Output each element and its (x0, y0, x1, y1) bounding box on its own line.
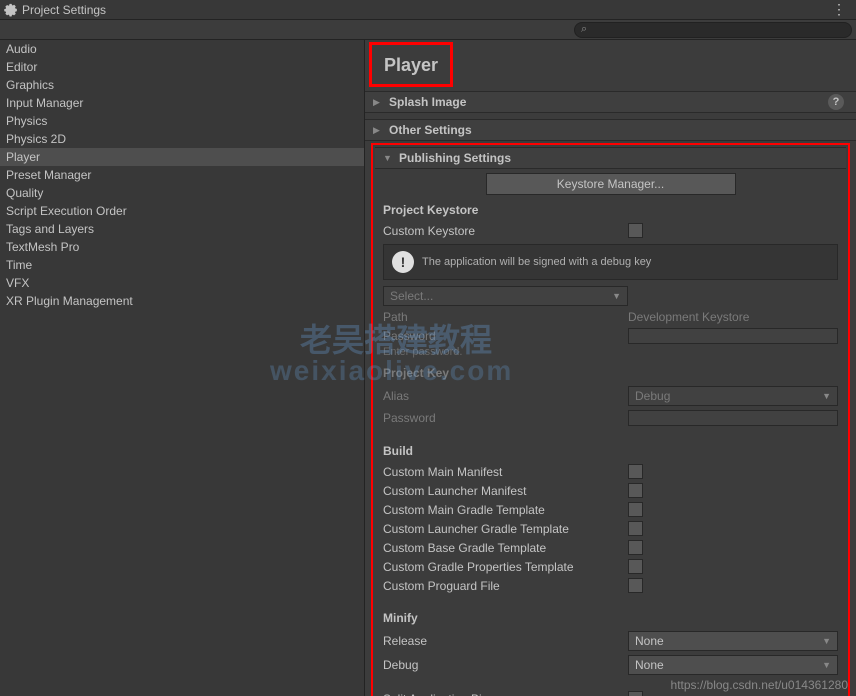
debug-label: Debug (383, 658, 628, 672)
custom-proguard-row: Custom Proguard File (375, 576, 846, 595)
sidebar-item-vfx[interactable]: VFX (0, 274, 364, 292)
sidebar-item-tags-and-layers[interactable]: Tags and Layers (0, 220, 364, 238)
keystore-select-row: Select... ▼ (375, 284, 846, 308)
section-publishing-settings[interactable]: ▼ Publishing Settings (375, 147, 846, 169)
sidebar-item-player[interactable]: Player (0, 148, 364, 166)
release-dropdown[interactable]: None ▼ (628, 631, 838, 651)
chevron-down-icon: ▼ (822, 391, 831, 401)
keystore-manager-button[interactable]: Keystore Manager... (486, 173, 736, 195)
window-title: Project Settings (22, 3, 106, 17)
alias-label: Alias (383, 389, 628, 403)
path-row: Path Development Keystore (375, 308, 846, 326)
release-row: Release None ▼ (375, 629, 846, 653)
alias-row: Alias Debug ▼ (375, 384, 846, 408)
chevron-down-icon: ▼ (383, 153, 393, 163)
sidebar-item-editor[interactable]: Editor (0, 58, 364, 76)
split-binary-label: Split Application Binary (383, 692, 628, 696)
path-label: Path (383, 310, 628, 324)
custom-main-gradle-checkbox[interactable] (628, 502, 643, 517)
section-other-settings[interactable]: ▶ Other Settings (365, 119, 856, 141)
help-icon[interactable]: ? (828, 94, 844, 110)
chevron-right-icon: ▶ (373, 125, 383, 136)
publishing-highlight: ▼ Publishing Settings Keystore Manager..… (371, 143, 850, 696)
password-hint: Enter password. (375, 346, 846, 362)
debug-dropdown[interactable]: None ▼ (628, 655, 838, 675)
custom-gradle-properties-row: Custom Gradle Properties Template (375, 557, 846, 576)
custom-keystore-checkbox[interactable] (628, 223, 643, 238)
watermark-url: https://blog.csdn.net/u014361280 (671, 678, 848, 692)
sidebar: Audio Editor Graphics Input Manager Phys… (0, 40, 365, 696)
chevron-right-icon: ▶ (373, 97, 383, 108)
minify-title: Minify (375, 607, 846, 629)
sidebar-item-audio[interactable]: Audio (0, 40, 364, 58)
build-title: Build (375, 440, 846, 462)
title-bar: Project Settings ⋮ (0, 0, 856, 20)
custom-keystore-label: Custom Keystore (383, 224, 628, 238)
page-title: Player (384, 55, 438, 76)
custom-main-manifest-row: Custom Main Manifest (375, 462, 846, 481)
info-icon: ! (392, 251, 414, 273)
search-input[interactable]: ⌕ (574, 22, 852, 38)
sidebar-item-physics[interactable]: Physics (0, 112, 364, 130)
path-value: Development Keystore (628, 310, 749, 324)
project-keystore-title: Project Keystore (375, 199, 846, 221)
right-panel: Player ? ▶ Splash Image ▶ Other Settings… (365, 40, 856, 696)
sidebar-item-textmesh-pro[interactable]: TextMesh Pro (0, 238, 364, 256)
gear-icon (4, 3, 18, 17)
custom-proguard-checkbox[interactable] (628, 578, 643, 593)
info-text: The application will be signed with a de… (422, 256, 651, 268)
sidebar-item-time[interactable]: Time (0, 256, 364, 274)
custom-keystore-row: Custom Keystore (375, 221, 846, 240)
keystore-select-dropdown[interactable]: Select... ▼ (383, 286, 628, 306)
custom-launcher-gradle-row: Custom Launcher Gradle Template (375, 519, 846, 538)
sidebar-item-graphics[interactable]: Graphics (0, 76, 364, 94)
key-password-row: Password (375, 408, 846, 428)
sidebar-item-preset-manager[interactable]: Preset Manager (0, 166, 364, 184)
menu-icon[interactable]: ⋮ (832, 1, 852, 18)
section-splash-image[interactable]: ▶ Splash Image (365, 91, 856, 113)
password-row: Password (375, 326, 846, 346)
chevron-down-icon: ▼ (612, 291, 621, 301)
sidebar-item-xr-plugin-management[interactable]: XR Plugin Management (0, 292, 364, 310)
sidebar-item-input-manager[interactable]: Input Manager (0, 94, 364, 112)
password-field[interactable] (628, 328, 838, 344)
panel-header: Player (369, 42, 453, 87)
sidebar-item-script-execution-order[interactable]: Script Execution Order (0, 202, 364, 220)
sidebar-item-physics-2d[interactable]: Physics 2D (0, 130, 364, 148)
split-binary-checkbox[interactable] (628, 691, 643, 696)
custom-launcher-manifest-checkbox[interactable] (628, 483, 643, 498)
key-password-label: Password (383, 411, 628, 425)
sidebar-item-quality[interactable]: Quality (0, 184, 364, 202)
password-label: Password (383, 329, 628, 343)
custom-launcher-gradle-checkbox[interactable] (628, 521, 643, 536)
release-label: Release (383, 634, 628, 648)
info-box: ! The application will be signed with a … (383, 244, 838, 280)
custom-main-gradle-row: Custom Main Gradle Template (375, 500, 846, 519)
custom-base-gradle-checkbox[interactable] (628, 540, 643, 555)
main-content: Audio Editor Graphics Input Manager Phys… (0, 40, 856, 696)
search-bar: ⌕ (0, 20, 856, 40)
custom-launcher-manifest-row: Custom Launcher Manifest (375, 481, 846, 500)
custom-gradle-properties-checkbox[interactable] (628, 559, 643, 574)
key-password-field[interactable] (628, 410, 838, 426)
custom-main-manifest-checkbox[interactable] (628, 464, 643, 479)
search-icon: ⌕ (581, 23, 587, 36)
chevron-down-icon: ▼ (822, 660, 831, 670)
debug-row: Debug None ▼ (375, 653, 846, 677)
chevron-down-icon: ▼ (822, 636, 831, 646)
project-key-title: Project Key (375, 362, 846, 384)
alias-dropdown[interactable]: Debug ▼ (628, 386, 838, 406)
custom-base-gradle-row: Custom Base Gradle Template (375, 538, 846, 557)
